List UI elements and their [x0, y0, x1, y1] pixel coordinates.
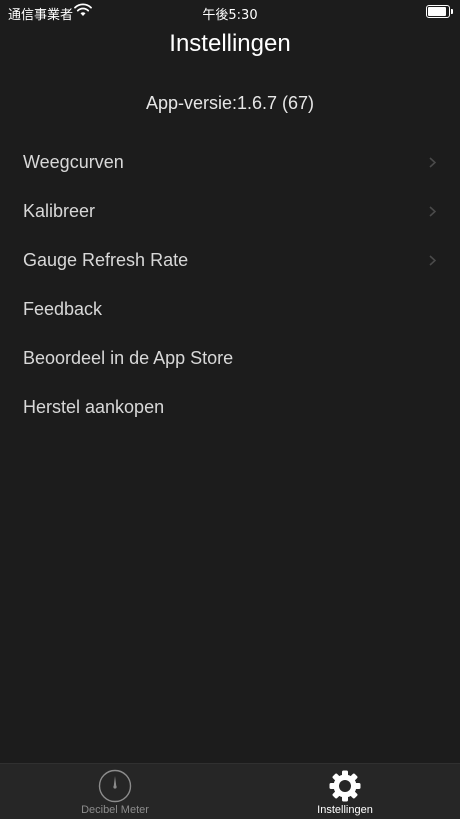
battery-icon: [426, 5, 453, 18]
settings-list: Weegcurven Kalibreer Gauge Refresh Rate …: [0, 138, 460, 432]
settings-item-feedback[interactable]: Feedback: [0, 285, 460, 334]
chevron-right-icon: [429, 157, 436, 168]
settings-item-label: Herstel aankopen: [23, 397, 165, 417]
page-title: Instellingen: [169, 30, 291, 57]
tab-instellingen[interactable]: Instellingen: [230, 764, 460, 819]
tab-label: Instellingen: [317, 804, 373, 816]
settings-item-label: Beoordeel in de App Store: [23, 348, 234, 368]
status-time: 午後5:30: [202, 8, 258, 23]
settings-item-label: Weegcurven: [23, 152, 124, 172]
chevron-right-icon: [429, 255, 436, 266]
settings-item-label: Kalibreer: [23, 201, 96, 221]
chevron-right-icon: [429, 206, 436, 217]
gauge-icon: [98, 769, 132, 803]
settings-item-label: Gauge Refresh Rate: [23, 250, 189, 270]
settings-item-weegcurven[interactable]: Weegcurven: [0, 138, 460, 187]
settings-item-kalibreer[interactable]: Kalibreer: [0, 187, 460, 236]
tab-bar: Decibel Meter Instellingen: [0, 763, 460, 819]
settings-item-label: Feedback: [23, 299, 103, 319]
app-version-label: App-versie:1.6.7 (67): [145, 93, 315, 113]
gear-icon: [329, 770, 361, 802]
status-bar: 通信事業者 午後5:30: [0, 0, 460, 24]
tab-decibel-meter[interactable]: Decibel Meter: [0, 764, 230, 819]
settings-item-rate-app[interactable]: Beoordeel in de App Store: [0, 334, 460, 383]
settings-item-restore-purchases[interactable]: Herstel aankopen: [0, 383, 460, 432]
settings-item-gauge-refresh-rate[interactable]: Gauge Refresh Rate: [0, 236, 460, 285]
tab-label: Decibel Meter: [81, 804, 149, 816]
battery-fill: [428, 7, 446, 16]
